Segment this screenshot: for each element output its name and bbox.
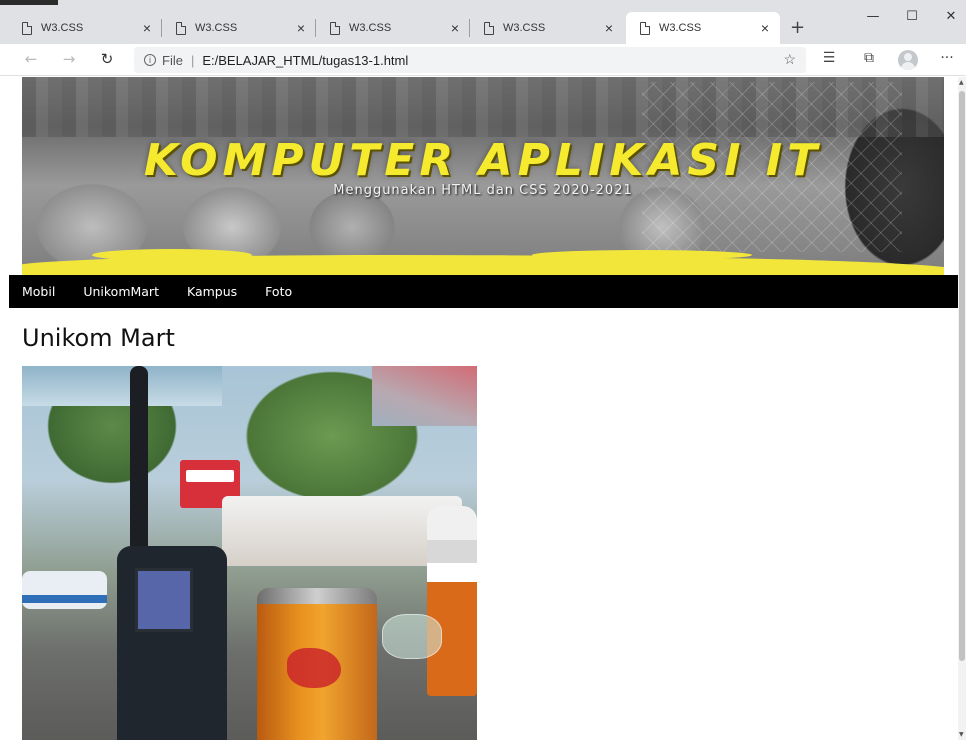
browser-tab-1[interactable]: W3.CSS × xyxy=(8,12,162,44)
banner-subtitle: Menggunakan HTML dan CSS 2020-2021 xyxy=(333,183,633,198)
more-icon[interactable]: ··· xyxy=(936,50,958,66)
tab-title: W3.CSS xyxy=(349,22,392,34)
banner-brush-stroke xyxy=(22,249,944,275)
close-tab-icon[interactable]: × xyxy=(294,20,308,36)
minimize-button[interactable]: — xyxy=(858,9,888,24)
unikom-mart-photo xyxy=(22,366,477,740)
nav-item-kampus[interactable]: Kampus xyxy=(187,284,237,299)
page-viewport: KOMPUTER APLIKASI IT Menggunakan HTML da… xyxy=(9,77,958,740)
close-tab-icon[interactable]: × xyxy=(448,20,462,36)
back-icon[interactable]: ← xyxy=(20,50,42,68)
page-icon xyxy=(22,21,32,35)
nav-item-mobil[interactable]: Mobil xyxy=(22,284,55,299)
header-banner-image: KOMPUTER APLIKASI IT Menggunakan HTML da… xyxy=(22,77,944,275)
bottle xyxy=(427,506,477,696)
nav-item-unikommart[interactable]: UnikomMart xyxy=(83,284,159,299)
banner-title: KOMPUTER APLIKASI IT xyxy=(143,135,823,186)
favorite-star-icon[interactable]: ☆ xyxy=(783,51,796,68)
tab-title: W3.CSS xyxy=(659,22,702,34)
page-icon xyxy=(640,21,650,35)
maximize-button[interactable]: ☐ xyxy=(897,9,927,24)
browser-window: W3.CSS × W3.CSS × W3.CSS × W3.CSS × W3.C… xyxy=(0,0,966,740)
browser-tab-2[interactable]: W3.CSS × xyxy=(162,12,316,44)
section-heading: Unikom Mart xyxy=(22,324,175,352)
close-tab-icon[interactable]: × xyxy=(602,20,616,36)
browser-toolbar: ← → ↻ i File | E:/BELAJAR_HTML/tugas13-1… xyxy=(0,44,966,76)
url-text[interactable]: E:/BELAJAR_HTML/tugas13-1.html xyxy=(202,53,408,68)
favorites-icon[interactable]: ☰ xyxy=(818,50,840,66)
page-icon xyxy=(484,21,494,35)
tab-title: W3.CSS xyxy=(195,22,238,34)
scroll-down-icon[interactable]: ▼ xyxy=(959,731,964,738)
vertical-scrollbar[interactable]: ▲ ▼ xyxy=(958,77,966,740)
close-tab-icon[interactable]: × xyxy=(758,20,772,36)
forward-icon[interactable]: → xyxy=(58,50,80,68)
close-window-button[interactable]: ✕ xyxy=(936,9,966,24)
energy-drink-can xyxy=(257,588,377,740)
scroll-up-icon[interactable]: ▲ xyxy=(959,79,964,86)
scheme-label: File xyxy=(162,52,183,68)
address-separator: | xyxy=(190,52,195,68)
tab-title: W3.CSS xyxy=(503,22,546,34)
top-navigation-bar: Mobil UnikomMart Kampus Foto xyxy=(9,275,958,308)
info-icon[interactable]: i xyxy=(144,54,156,66)
browser-tab-5-active[interactable]: W3.CSS × xyxy=(626,12,780,44)
tab-strip: W3.CSS × W3.CSS × W3.CSS × W3.CSS × W3.C… xyxy=(0,0,966,44)
profile-icon[interactable] xyxy=(898,50,918,70)
new-tab-button[interactable]: + xyxy=(790,17,805,38)
browser-tab-4[interactable]: W3.CSS × xyxy=(470,12,624,44)
close-tab-icon[interactable]: × xyxy=(140,20,154,36)
nav-item-foto[interactable]: Foto xyxy=(265,284,292,299)
browser-tab-3[interactable]: W3.CSS × xyxy=(316,12,470,44)
reload-icon[interactable]: ↻ xyxy=(96,50,118,68)
tab-title: W3.CSS xyxy=(41,22,84,34)
page-icon xyxy=(176,21,186,35)
scrollbar-thumb[interactable] xyxy=(959,91,965,661)
address-bar[interactable]: i File | E:/BELAJAR_HTML/tugas13-1.html … xyxy=(134,47,806,73)
page-icon xyxy=(330,21,340,35)
collections-icon[interactable]: ⧉ xyxy=(858,50,880,66)
